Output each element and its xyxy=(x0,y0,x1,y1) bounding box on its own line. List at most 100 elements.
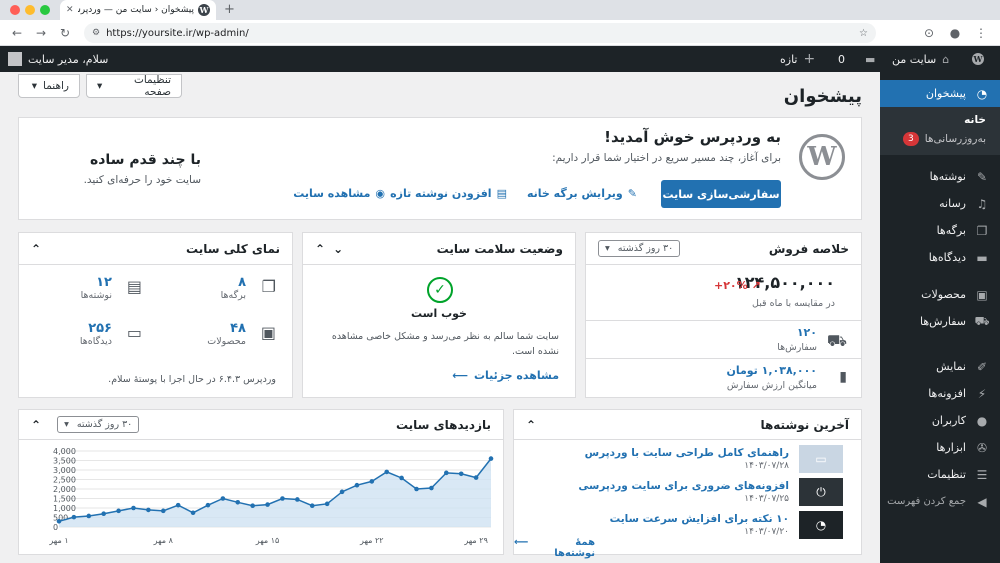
bookmark-star-icon[interactable]: ☆ xyxy=(859,28,868,39)
sidebar-item-media[interactable]: ♫ رسانه xyxy=(880,190,1000,217)
minimize-window-button[interactable] xyxy=(25,5,35,15)
dashboard-icon: ◔ xyxy=(976,86,988,101)
sidebar-item-products[interactable]: ▣ محصولات xyxy=(880,281,1000,308)
chevron-up-icon[interactable]: ⌃ xyxy=(31,418,41,432)
forward-icon[interactable]: → xyxy=(32,24,50,42)
chevron-down-icon[interactable]: ⌄ xyxy=(333,242,343,256)
profile-icon[interactable]: ● xyxy=(946,24,964,42)
data-point xyxy=(429,485,434,491)
post-item[interactable]: ◔ ۱۰ نکته برای افزایش سرعت سایت ۱۴۰۳/۰۷/۲۰ xyxy=(523,510,843,540)
y-tick-label: 1,000 xyxy=(53,504,76,513)
post-title[interactable]: افزونه‌های ضروری برای سایت وردپرسی xyxy=(578,480,789,492)
data-point xyxy=(339,489,345,495)
chevron-up-icon[interactable]: ⌃ xyxy=(31,242,41,256)
browser-tab[interactable]: W پیشخوان ‹ سایت من — وردپرس ✕ xyxy=(60,0,216,20)
post-thumbnail[interactable]: ◔ xyxy=(799,511,843,539)
help-button[interactable]: راهنما ▾ xyxy=(18,74,80,98)
cart-icon: ⛟ xyxy=(974,313,990,328)
wordpress-logo-icon: W xyxy=(972,53,984,65)
view-site-link[interactable]: ◉ مشاهده سایت xyxy=(293,187,385,200)
sidebar-item-tools[interactable]: ✇ ابزارها xyxy=(880,434,1000,461)
site-name: سایت من xyxy=(892,52,937,66)
browser-menu-icon[interactable]: ⋮ xyxy=(972,24,990,42)
new-tab-icon[interactable]: + xyxy=(224,2,235,17)
pencil-icon: ✎ xyxy=(627,187,637,200)
sidebar-item-orders[interactable]: ⛟ سفارش‌ها xyxy=(880,308,1000,335)
sidebar-label: خانه xyxy=(964,114,986,126)
widget-header: خلاصه فروش ۳۰ روز گذشته ▾ xyxy=(586,233,861,265)
sales-range-select[interactable]: ۳۰ روز گذشته ▾ xyxy=(598,240,681,257)
sidebar-item-dashboard[interactable]: ◔ پیشخوان xyxy=(880,80,1000,107)
glance-pages[interactable]: ۸ برگه‌ها xyxy=(221,275,246,301)
sidebar-item-users[interactable]: ● کاربران xyxy=(880,407,1000,434)
visits-range-select[interactable]: ۳۰ روز گذشته ▾ xyxy=(57,416,140,433)
x-tick-label: ۱۵ مهر xyxy=(255,536,280,545)
sidebar-item-plugins[interactable]: ⚡ افزونه‌ها xyxy=(880,380,1000,407)
glance-products[interactable]: ۴۸ محصولات xyxy=(207,321,246,347)
wp-logo-menu[interactable]: W xyxy=(972,46,984,72)
post-item[interactable]: ▭ راهنمای کامل طراحی سایت با وردپرس ۱۴۰۳/۰… xyxy=(523,444,843,474)
health-details-link[interactable]: مشاهده جزئیات ⟵ xyxy=(452,369,559,382)
widget-title: نمای کلی سایت xyxy=(186,241,280,256)
sidebar-label: محصولات xyxy=(921,288,966,301)
glance-posts[interactable]: ۱۲ نوشته‌ها xyxy=(81,275,112,301)
site-name-menu[interactable]: ⌂ سایت من xyxy=(892,46,949,72)
customize-site-button[interactable]: سفارشی‌سازی سایت xyxy=(661,180,781,208)
count: ۴۸ xyxy=(230,321,246,336)
orders-value[interactable]: ۱۲۰ xyxy=(797,326,817,339)
my-account-menu[interactable]: سلام، مدیر سایت xyxy=(8,46,108,72)
sidebar-item-appearance[interactable]: ✐ نمایش xyxy=(880,353,1000,380)
sidebar-item-pages[interactable]: ❐ برگه‌ها xyxy=(880,217,1000,244)
reload-icon[interactable]: ↻ xyxy=(56,24,74,42)
data-point xyxy=(309,503,315,509)
arrow-left-icon: ⟵ xyxy=(452,369,468,382)
sales-compare: در مقایسه با ماه قبل xyxy=(752,298,835,309)
link-label: افزودن نوشته تازه xyxy=(390,187,492,200)
post-title[interactable]: راهنمای کامل طراحی سایت با وردپرس xyxy=(585,447,789,459)
orders-label: سفارش‌ها xyxy=(777,342,817,353)
add-post-link[interactable]: ▤ افزودن نوشته تازه xyxy=(390,187,507,200)
home-icon: ⌂ xyxy=(942,52,950,66)
post-thumbnail[interactable]: ▭ xyxy=(799,445,843,473)
back-icon[interactable]: ← xyxy=(8,24,26,42)
edit-home-link[interactable]: ✎ ویرایش برگه خانه xyxy=(527,187,637,200)
cart-icon: ⛟ xyxy=(826,331,847,350)
sidebar-sub-home[interactable]: خانه xyxy=(880,111,1000,129)
extensions-icon[interactable]: ⊙ xyxy=(920,24,938,42)
glance-footer: وردپرس ۶.۴.۳ در حال اجرا با پوستهٔ سلام. xyxy=(108,374,276,385)
data-point xyxy=(444,470,449,476)
data-point xyxy=(116,508,121,514)
widget-header: وضعیت سلامت سایت ⌄ ⌃ xyxy=(303,233,575,265)
collapse-menu-button[interactable]: ◀ جمع کردن فهرست xyxy=(880,488,1000,515)
post-thumbnail[interactable]: ⏻ xyxy=(799,478,843,506)
comments-menu[interactable]: ▬ 0 xyxy=(838,46,875,72)
chevron-up-icon[interactable]: ⌃ xyxy=(526,418,536,432)
sidebar-sub-updates[interactable]: به‌روزرسانی‌ها 3 xyxy=(880,129,1000,149)
widget-title: وضعیت سلامت سایت xyxy=(436,241,563,256)
count: ۱۲ xyxy=(96,275,112,290)
sidebar-item-posts[interactable]: ✎ نوشته‌ها xyxy=(880,163,1000,190)
data-point xyxy=(71,514,77,520)
y-tick-label: 2,000 xyxy=(53,485,76,494)
link-label: مشاهده جزئیات xyxy=(473,369,559,382)
glance-comments[interactable]: ۲۵۶ دیدگاه‌ها xyxy=(80,321,112,347)
data-point xyxy=(160,508,166,514)
close-window-button[interactable] xyxy=(10,5,20,15)
sidebar-item-settings[interactable]: ☰ تنظیمات xyxy=(880,461,1000,488)
sales-change: +۲۰% ↗ xyxy=(714,279,761,292)
close-tab-icon[interactable]: ✕ xyxy=(66,5,74,15)
post-title[interactable]: ۱۰ نکته برای افزایش سرعت سایت xyxy=(610,513,789,525)
new-content-menu[interactable]: + تازه xyxy=(780,46,815,72)
sidebar-item-comments[interactable]: ▬ دیدگاه‌ها xyxy=(880,244,1000,271)
post-item[interactable]: ⏻ افزونه‌های ضروری برای سایت وردپرسی ۱۴۰۳/… xyxy=(523,477,843,507)
address-bar[interactable]: ⚙ https://yoursite.ir/wp-admin/ ☆ xyxy=(84,23,876,43)
site-info-icon[interactable]: ⚙ xyxy=(92,28,100,38)
count: ۲۵۶ xyxy=(88,321,112,336)
tab-title: پیشخوان ‹ سایت من — وردپرس xyxy=(77,5,194,15)
y-tick-label: 3,000 xyxy=(53,466,76,475)
sidebar-label: نمایش xyxy=(936,360,966,373)
chevron-up-icon[interactable]: ⌃ xyxy=(315,242,325,256)
maximize-window-button[interactable] xyxy=(40,5,50,15)
all-posts-link[interactable]: همهٔ نوشته‌ها ⟵ xyxy=(514,537,595,559)
screen-options-button[interactable]: تنظیمات صفحه ▾ xyxy=(86,74,182,98)
